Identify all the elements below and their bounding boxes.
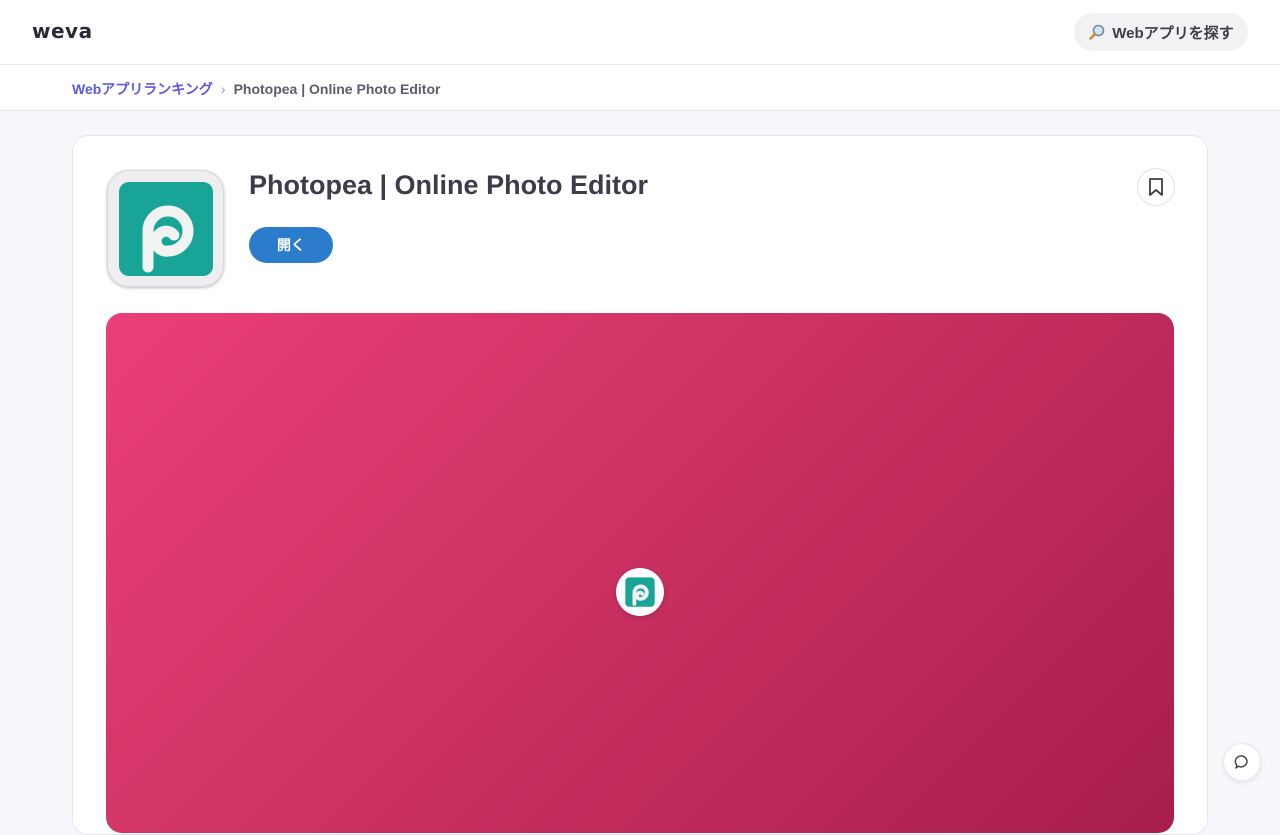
- breadcrumb-current: Photopea | Online Photo Editor: [233, 81, 441, 97]
- open-app-button[interactable]: 開く: [249, 227, 333, 263]
- app-hero-banner: [106, 313, 1174, 833]
- breadcrumb-bar: Webアプリランキング › Photopea | Online Photo Ed…: [0, 65, 1280, 111]
- bookmark-icon: [1149, 178, 1163, 196]
- breadcrumb: Webアプリランキング › Photopea | Online Photo Ed…: [72, 79, 440, 99]
- breadcrumb-separator: ›: [220, 81, 226, 97]
- photopea-logo-icon: [625, 577, 655, 607]
- photopea-logo-icon: [118, 181, 213, 276]
- site-logo[interactable]: weva: [32, 19, 93, 43]
- app-icon: [107, 170, 224, 287]
- hero-app-badge: [616, 568, 664, 616]
- search-apps-button[interactable]: Webアプリを探す: [1074, 13, 1248, 51]
- top-header: weva Webアプリを探す: [0, 0, 1280, 65]
- app-detail-card: Photopea | Online Photo Editor 開く: [72, 135, 1208, 835]
- chat-button[interactable]: [1223, 743, 1261, 781]
- magnifier-icon: [1088, 23, 1106, 41]
- app-title: Photopea | Online Photo Editor: [249, 170, 649, 200]
- chat-bubble-icon: [1234, 755, 1248, 769]
- search-apps-label: Webアプリを探す: [1112, 24, 1234, 42]
- bookmark-button[interactable]: [1137, 168, 1175, 206]
- breadcrumb-ranking-link[interactable]: Webアプリランキング: [72, 79, 213, 99]
